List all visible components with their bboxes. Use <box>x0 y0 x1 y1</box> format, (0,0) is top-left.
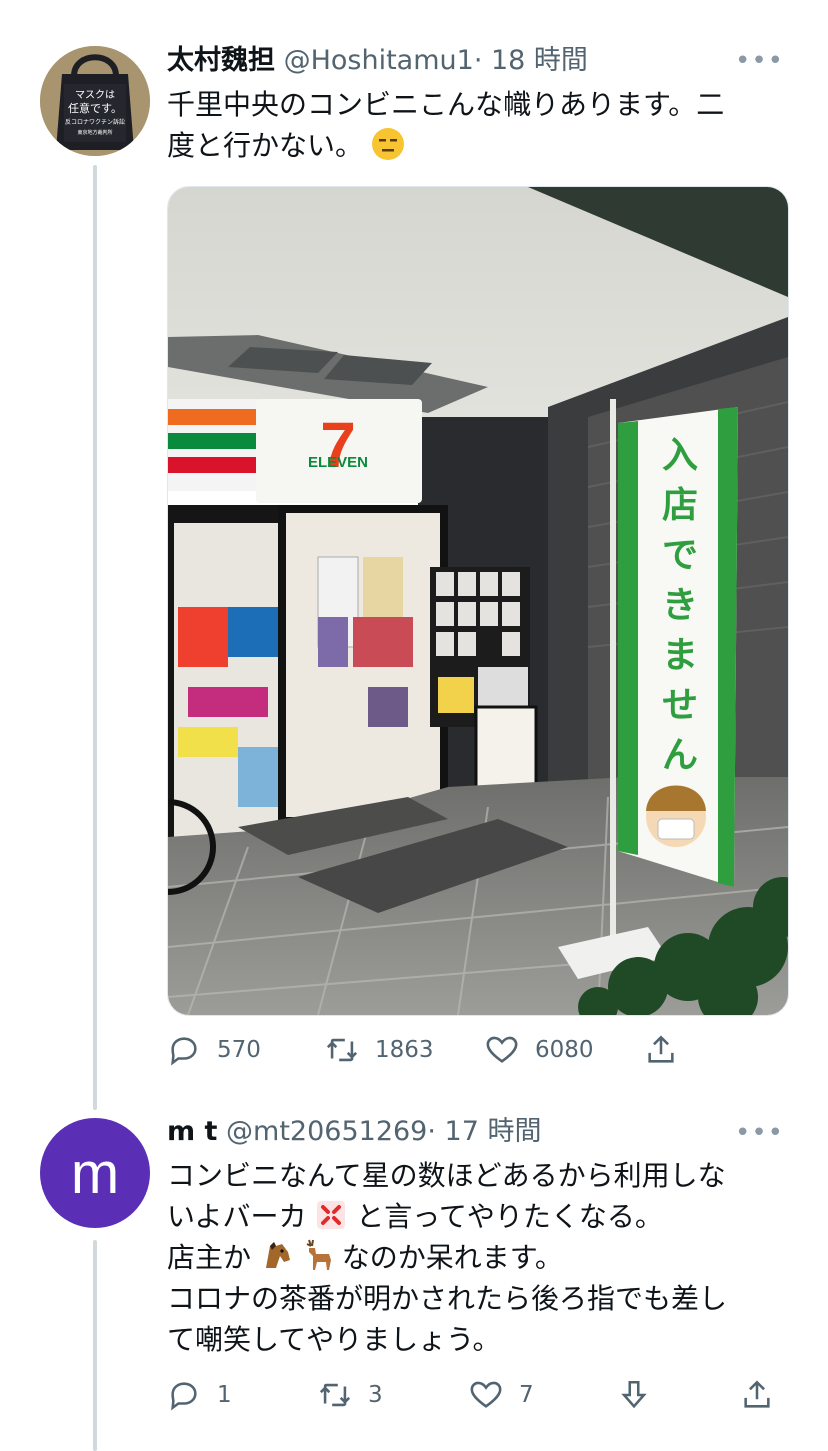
display-name[interactable]: 太村魏担 <box>167 45 275 76</box>
thread-connector-line-2 <box>93 1240 97 1451</box>
user-handle[interactable]: @Hoshitamu1 <box>284 45 474 76</box>
svg-text:任意です。: 任意です。 <box>68 101 122 115</box>
deer-icon <box>301 1238 333 1270</box>
timestamp[interactable]: · 17 時間 <box>427 1116 541 1147</box>
display-name[interactable]: m t <box>167 1116 217 1147</box>
more-options-icon[interactable]: ••• <box>735 46 784 76</box>
like-count: 7 <box>519 1382 534 1408</box>
like-icon <box>486 1036 518 1063</box>
retweet-count: 3 <box>368 1382 383 1408</box>
share-icon <box>648 1035 674 1063</box>
tweet-text-line: コロナの茶番が明かされたら後ろ指でも差し <box>167 1282 728 1315</box>
tweet-photo[interactable]: 7 ELEVEN 入 店 で き ま せ ん <box>167 186 789 1016</box>
share-button[interactable] <box>740 1378 790 1412</box>
retweet-icon <box>326 1038 358 1062</box>
reply-icon <box>171 1037 197 1066</box>
tweet-text-line: いよバーカ <box>167 1200 307 1233</box>
tweet-text-line: 店主か <box>167 1241 252 1274</box>
reply-count: 570 <box>217 1037 261 1063</box>
svg-text:ま: ま <box>662 635 698 676</box>
tweet-text-line: と言ってやりたくなる。 <box>356 1200 663 1233</box>
store-logo-text: ELEVEN <box>308 454 368 471</box>
like-count: 6080 <box>535 1037 594 1063</box>
avatar[interactable]: マスクは 任意です。 反コロナワクチン訴訟 東京地方裁判所 <box>40 46 150 156</box>
svg-text:き: き <box>662 585 698 626</box>
tweet-text-line: なのか呆れます。 <box>341 1241 563 1274</box>
retweet-button[interactable]: 1863 <box>325 1033 434 1067</box>
tweet-text-line: て嘲笑してやりましょう。 <box>167 1323 501 1356</box>
reply-count: 1 <box>217 1382 232 1408</box>
svg-text:店: 店 <box>662 485 698 526</box>
svg-text:で: で <box>662 535 698 576</box>
svg-text:反コロナワクチン訴訟: 反コロナワクチン訴訟 <box>65 118 125 126</box>
share-icon <box>744 1380 770 1408</box>
anger-symbol-icon <box>315 1199 348 1231</box>
svg-text:ん: ん <box>662 735 698 776</box>
user-handle[interactable]: @mt20651269 <box>226 1116 427 1147</box>
timestamp[interactable]: · 18 時間 <box>474 45 588 76</box>
thread-connector-line <box>93 165 97 1110</box>
reply-button[interactable]: 1 <box>167 1378 232 1412</box>
tweet-text: 千里中央のコンビニこんな幟りあります。二 度と行かない。 <box>167 84 787 166</box>
downvote-icon <box>621 1380 647 1409</box>
tweet-header: 太村魏担 @Hoshitamu1· 18 時間 <box>167 44 588 78</box>
like-button[interactable]: 6080 <box>485 1033 594 1067</box>
tweet-header: m t @mt20651269· 17 時間 <box>167 1115 541 1149</box>
downvote-button[interactable] <box>617 1378 667 1412</box>
tweet-text-line: コンビニなんて星の数ほどあるから利用しな <box>167 1159 726 1192</box>
tweet-text: コンビニなんて星の数ほどあるから利用しな いよバーカ と言ってやりたくなる。 店… <box>167 1155 787 1360</box>
svg-text:東京地方裁判所: 東京地方裁判所 <box>77 129 112 136</box>
tweet-text-line: 千里中央のコンビニこんな幟りあります。二 <box>167 88 725 121</box>
expressionless-face-icon <box>371 128 404 160</box>
retweet-icon <box>319 1383 351 1407</box>
retweet-count: 1863 <box>375 1037 434 1063</box>
svg-text:せ: せ <box>662 685 698 726</box>
more-options-icon[interactable]: ••• <box>735 1118 784 1148</box>
horse-face-icon <box>260 1238 292 1270</box>
share-button[interactable] <box>644 1033 694 1067</box>
like-button[interactable]: 7 <box>469 1378 534 1412</box>
reply-button[interactable]: 570 <box>167 1033 261 1067</box>
avatar[interactable]: m <box>40 1118 150 1228</box>
like-icon <box>470 1381 502 1408</box>
svg-text:入: 入 <box>662 435 698 476</box>
retweet-button[interactable]: 3 <box>318 1378 383 1412</box>
reply-icon <box>171 1382 197 1411</box>
tweet-text-line: 度と行かない。 <box>167 129 364 162</box>
svg-text:マスクは: マスクは <box>75 89 115 101</box>
